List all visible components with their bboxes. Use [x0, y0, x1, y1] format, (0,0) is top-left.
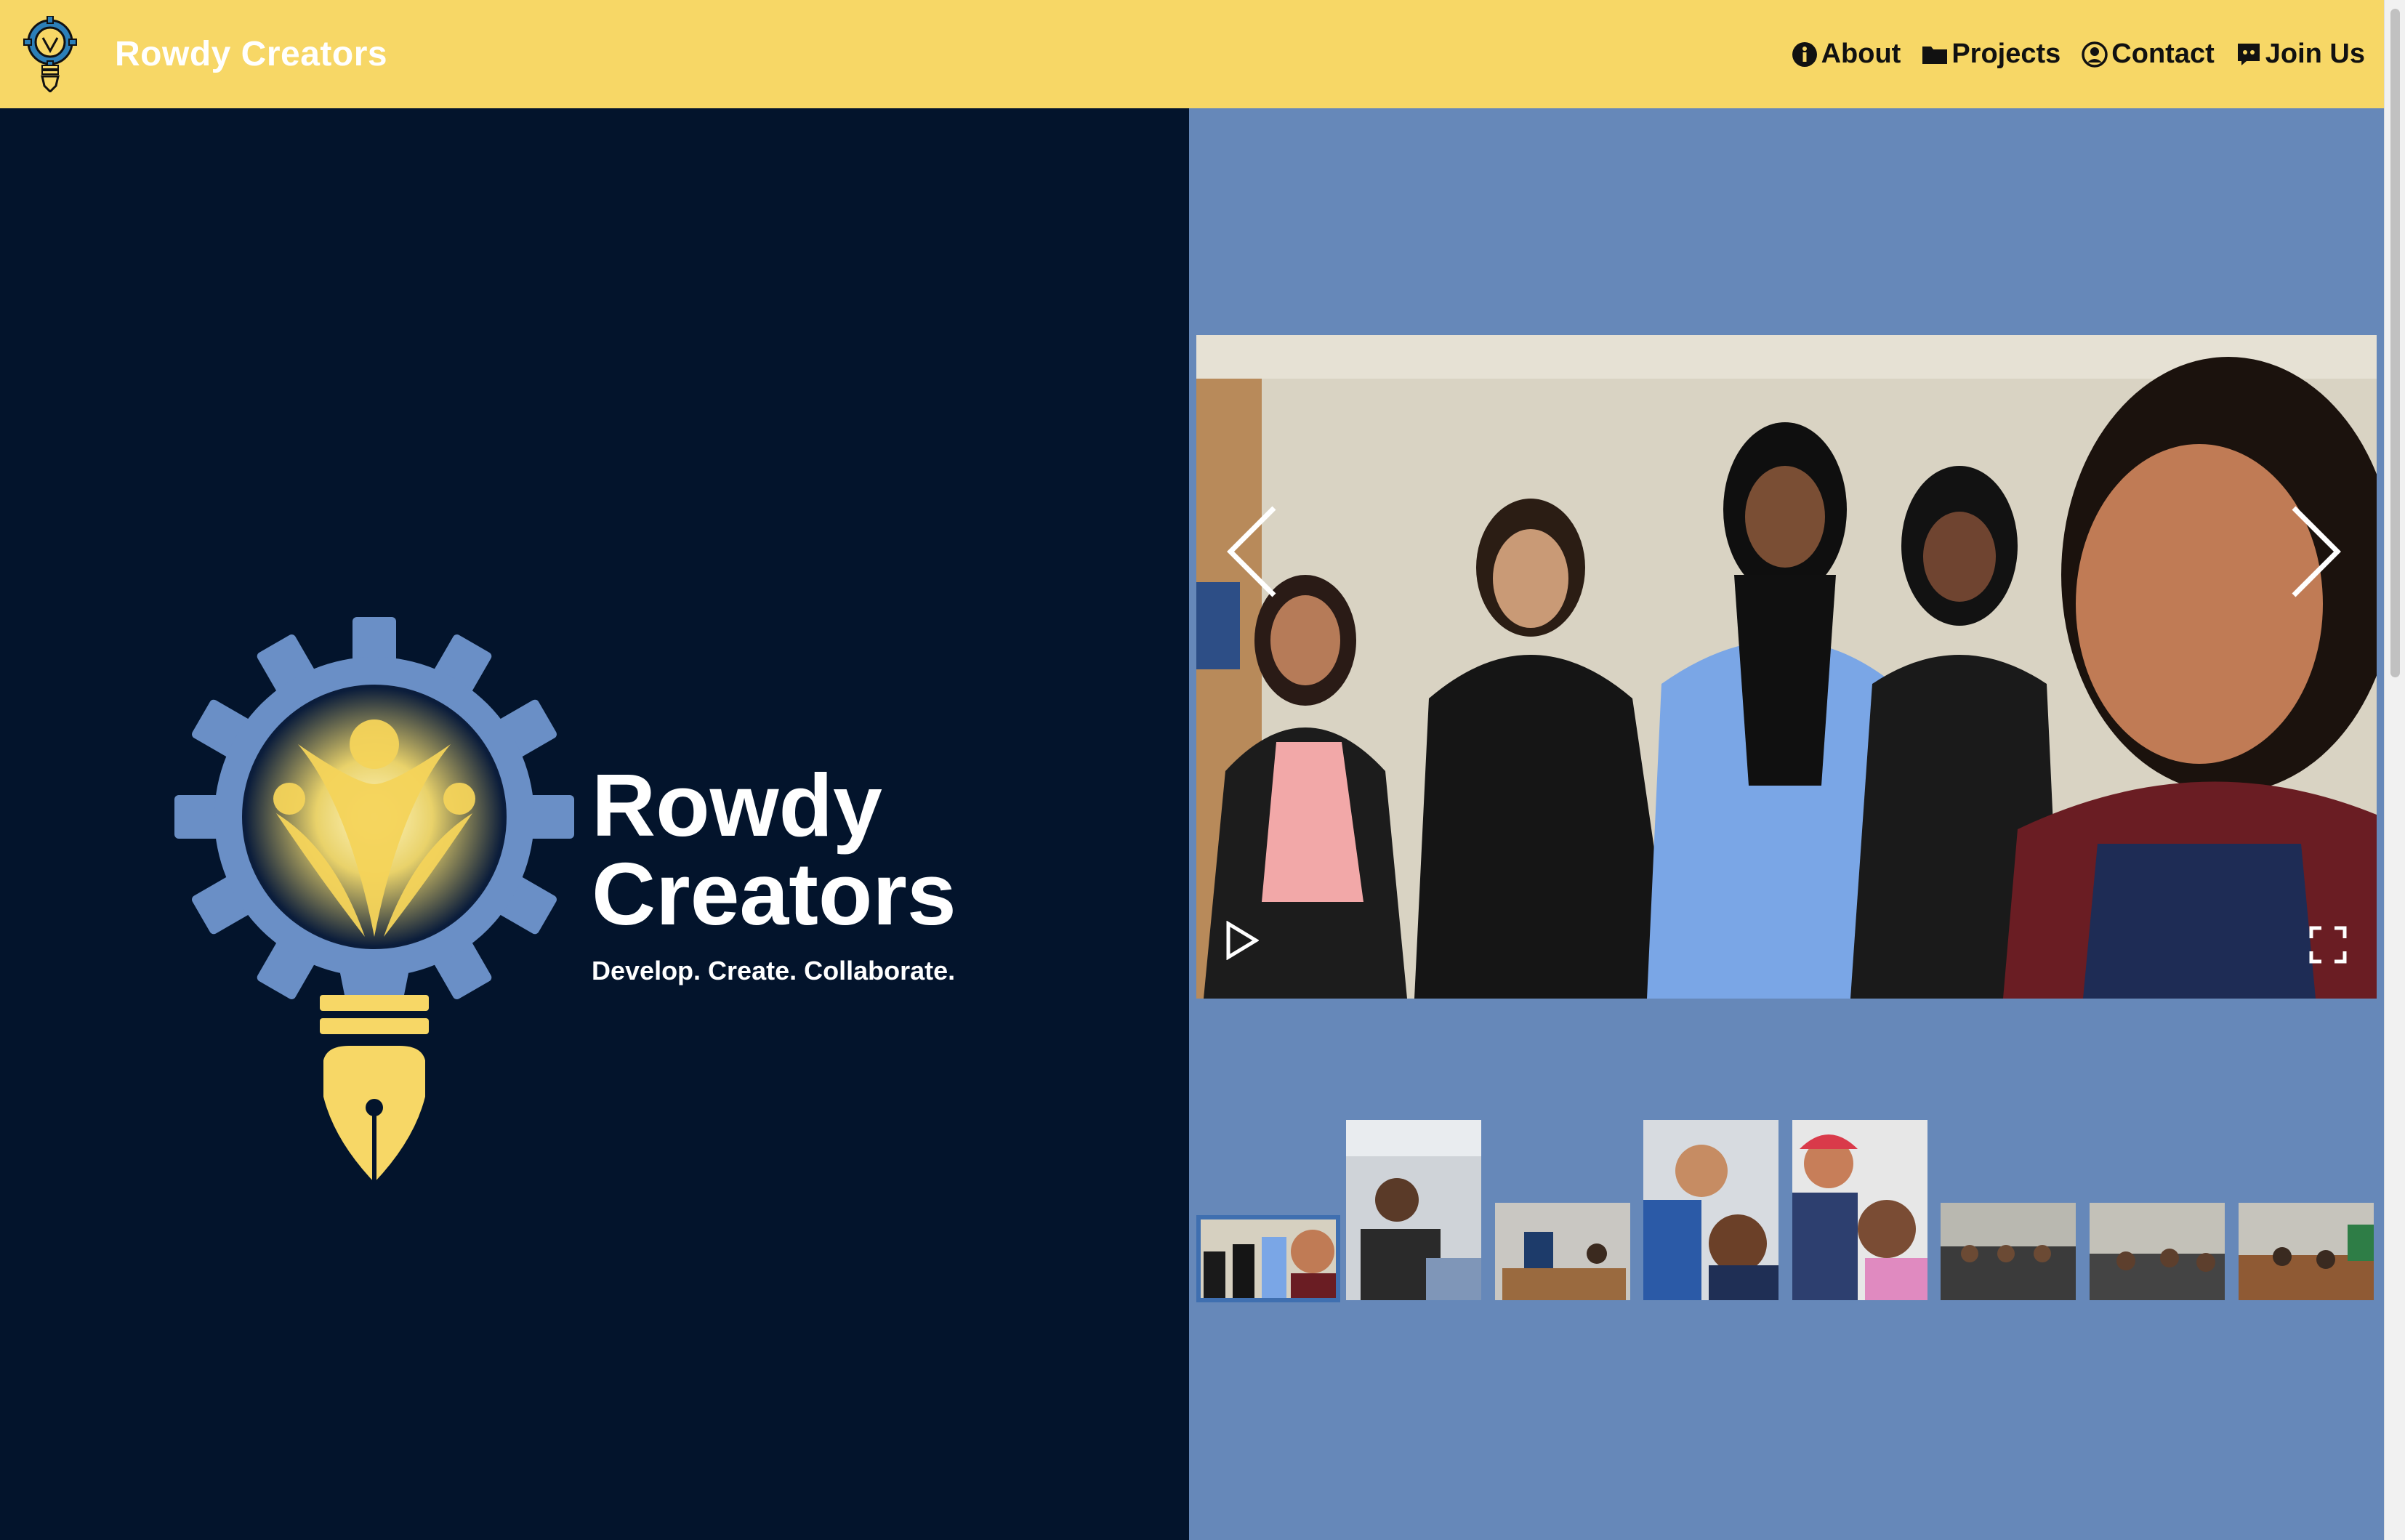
brand-logo-icon — [23, 16, 77, 92]
brand-name: Rowdy Creators — [115, 35, 388, 73]
thumbnail-3-image — [1495, 1203, 1630, 1300]
nav-contact-label: Contact — [2111, 39, 2215, 69]
next-slide-icon[interactable] — [2283, 501, 2348, 602]
hero-title: Rowdy Creators — [592, 761, 956, 938]
fullscreen-icon[interactable] — [2308, 925, 2348, 964]
previous-slide-icon[interactable] — [1220, 501, 1285, 602]
navbar: Rowdy Creators About Projects Contact Jo… — [0, 0, 2384, 108]
nav-about-label: About — [1821, 39, 1901, 69]
thumbnail-1[interactable] — [1196, 1215, 1340, 1302]
gallery-section — [1189, 108, 2384, 1540]
thumbnail-2-image — [1346, 1120, 1481, 1300]
thumbnail-strip — [1196, 1009, 2377, 1302]
thumbnail-6[interactable] — [1941, 1203, 2076, 1300]
discord-icon — [2237, 43, 2260, 65]
nav-contact[interactable]: Contact — [2081, 39, 2215, 70]
rowdy-creators-logo-icon — [174, 617, 574, 1182]
nav-projects[interactable]: Projects — [1921, 39, 2060, 70]
hero-title-line1: Rowdy — [592, 756, 882, 855]
info-icon — [1792, 41, 1817, 67]
gallery-main-image[interactable] — [1196, 335, 2377, 999]
thumbnail-4[interactable] — [1643, 1120, 1778, 1300]
play-icon[interactable] — [1224, 921, 1259, 960]
thumbnail-2[interactable] — [1346, 1120, 1481, 1300]
folder-icon — [1922, 46, 1948, 64]
group-photo-image — [1196, 335, 2377, 999]
thumbnail-1-image — [1196, 1215, 1340, 1302]
thumbnail-8-image — [2239, 1203, 2374, 1300]
nav-join-label: Join Us — [2265, 39, 2365, 69]
brand-link[interactable]: Rowdy Creators — [22, 16, 387, 92]
page-scrollbar[interactable] — [2384, 0, 2405, 1540]
thumbnail-7-image — [2090, 1203, 2225, 1300]
nav-projects-label: Projects — [1951, 39, 2061, 69]
user-circle-icon — [2082, 41, 2108, 68]
thumbnail-3[interactable] — [1495, 1203, 1630, 1300]
nav-join-us[interactable]: Join Us — [2235, 39, 2365, 70]
thumbnail-8[interactable] — [2239, 1203, 2374, 1300]
thumbnail-5-image — [1792, 1120, 1927, 1300]
hero-tagline: Develop. Create. Collaborate. — [592, 956, 956, 985]
main-nav: About Projects Contact Join Us — [1770, 0, 2365, 108]
nav-about[interactable]: About — [1791, 39, 1901, 70]
hero-title-line2: Creators — [592, 844, 956, 943]
scrollbar-thumb[interactable] — [2390, 9, 2400, 677]
hero-section: Rowdy Creators Develop. Create. Collabor… — [0, 108, 1189, 1540]
thumbnail-4-image — [1643, 1120, 1778, 1300]
thumbnail-7[interactable] — [2090, 1203, 2225, 1300]
thumbnail-5[interactable] — [1792, 1120, 1927, 1300]
thumbnail-6-image — [1941, 1203, 2076, 1300]
